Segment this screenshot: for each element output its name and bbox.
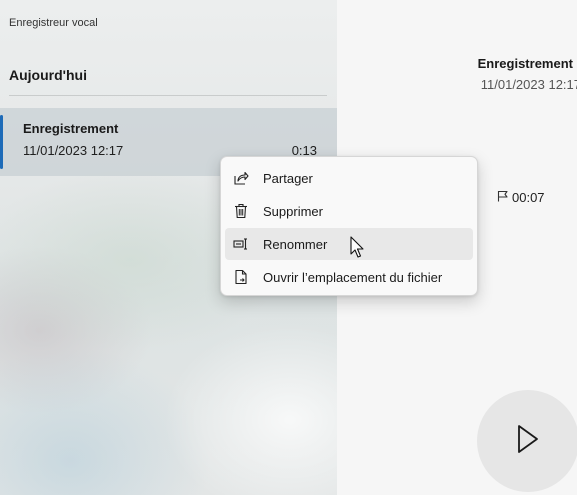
menu-item-label: Renommer <box>263 236 328 252</box>
rename-icon <box>233 236 249 252</box>
context-menu: Partager Supprimer Renommer Ouvrir l’emp… <box>220 156 478 296</box>
menu-item-delete[interactable]: Supprimer <box>225 195 473 227</box>
menu-item-share[interactable]: Partager <box>225 162 473 194</box>
menu-item-rename[interactable]: Renommer <box>225 228 473 260</box>
play-icon <box>516 424 540 459</box>
recording-name: Enregistrement <box>23 121 119 136</box>
menu-item-label: Partager <box>263 170 313 186</box>
share-icon <box>233 170 249 186</box>
marker-time: 00:07 <box>512 190 545 205</box>
menu-item-label: Supprimer <box>263 203 323 219</box>
detail-recording-date: 11/01/2023 12:17 <box>480 77 577 92</box>
open-file-location-icon <box>233 269 249 285</box>
marker[interactable]: 00:07 <box>497 190 545 205</box>
menu-item-label: Ouvrir l’emplacement du fichier <box>263 269 443 285</box>
app-title: Enregistreur vocal <box>9 17 98 29</box>
section-header-today: Aujourd'hui <box>9 67 87 83</box>
play-button[interactable] <box>477 390 577 492</box>
voice-recorder-window: Enregistreur vocal Aujourd'hui Enregistr… <box>0 0 577 495</box>
section-divider <box>9 95 327 96</box>
mouse-cursor-icon <box>350 236 366 260</box>
selection-indicator <box>0 115 3 169</box>
recording-date: 11/01/2023 12:17 <box>23 143 124 158</box>
trash-icon <box>233 203 249 219</box>
menu-item-open-file-location[interactable]: Ouvrir l’emplacement du fichier <box>225 261 473 293</box>
flag-icon <box>497 190 509 205</box>
detail-recording-title: Enregistrement <box>477 56 573 71</box>
